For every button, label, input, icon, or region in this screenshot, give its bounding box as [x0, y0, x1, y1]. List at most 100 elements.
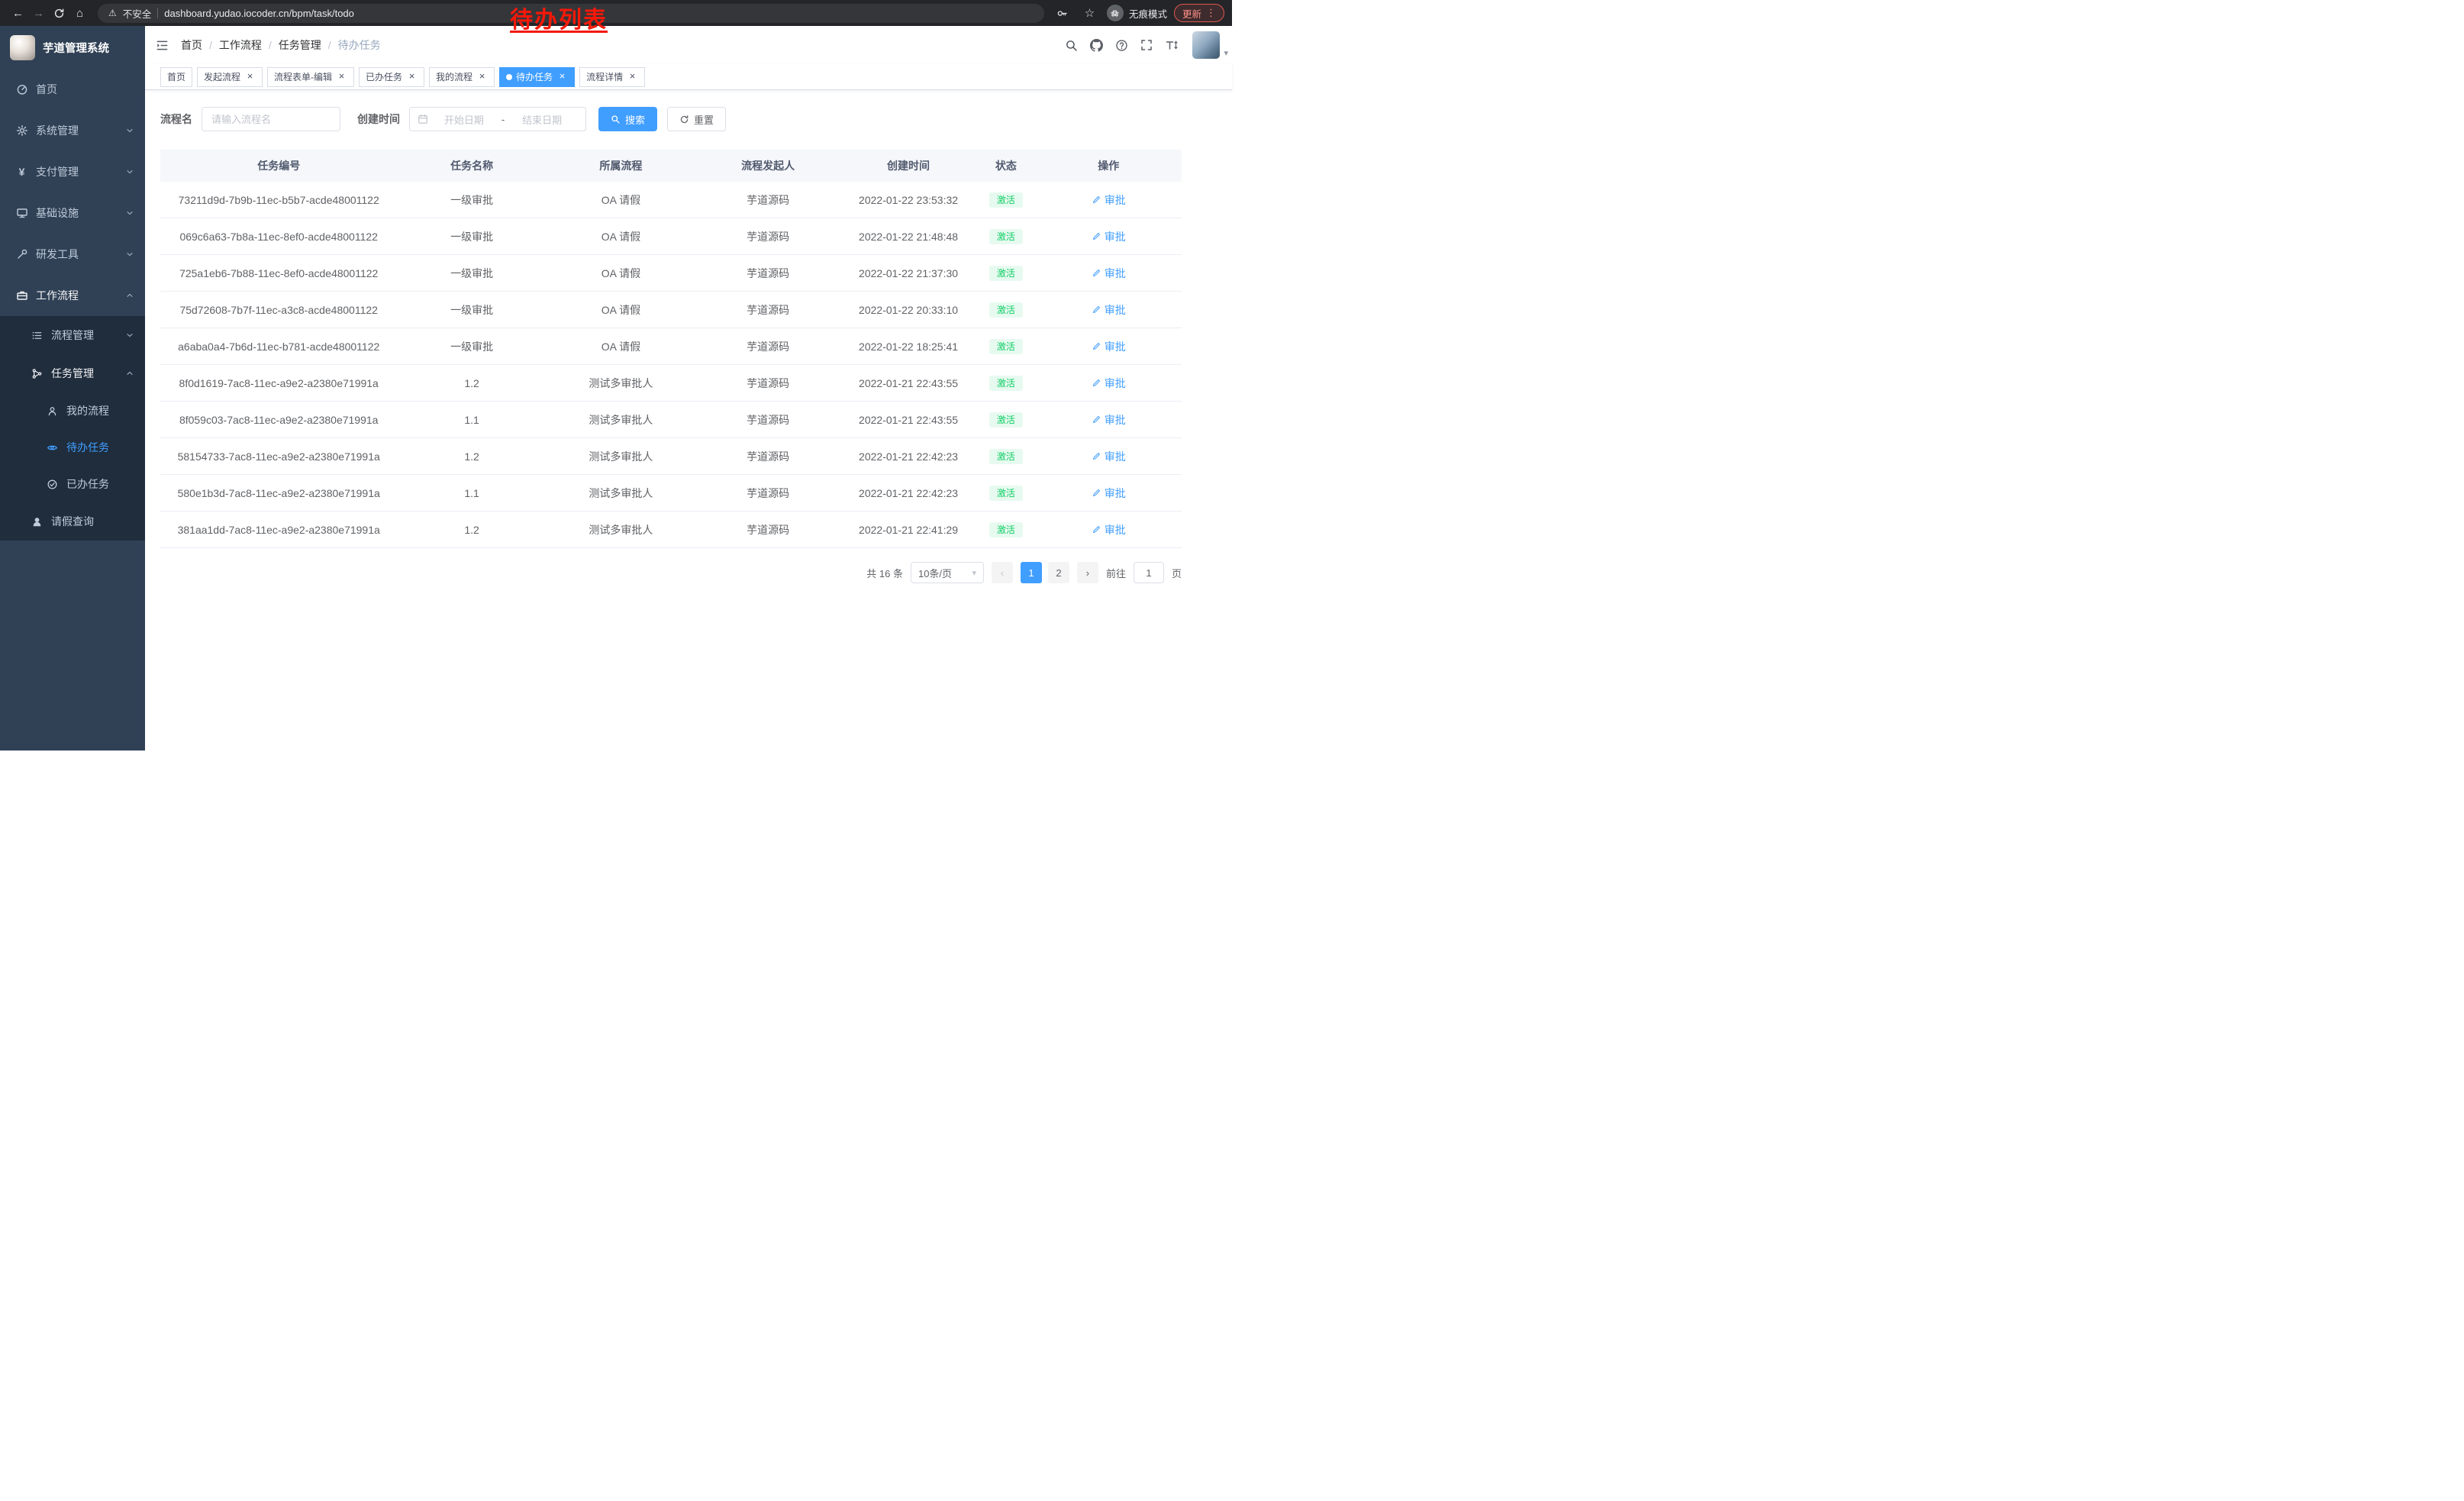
- tab-close-icon[interactable]: ×: [336, 71, 347, 82]
- approve-link-label: 审批: [1105, 412, 1126, 428]
- tab-item[interactable]: 流程表单-编辑×: [267, 67, 354, 87]
- sidebar-item-task-mgmt[interactable]: 任务管理: [0, 354, 145, 392]
- approve-link[interactable]: 审批: [1092, 522, 1126, 537]
- browser-reload-icon[interactable]: [49, 3, 69, 24]
- cell-action: 审批: [1036, 302, 1182, 318]
- table-row: 580e1b3d-7ac8-11ec-a9e2-a2380e71991a1.1测…: [160, 475, 1182, 512]
- security-label[interactable]: 不安全: [123, 6, 152, 21]
- goto-label: 前往: [1106, 566, 1126, 580]
- tab-close-icon[interactable]: ×: [476, 71, 488, 82]
- approve-link[interactable]: 审批: [1092, 192, 1126, 208]
- approve-link[interactable]: 审批: [1092, 339, 1126, 354]
- edit-icon: [1092, 451, 1101, 461]
- cell-create-time: 2022-01-22 21:37:30: [840, 267, 976, 279]
- tab-item[interactable]: 已办任务×: [359, 67, 424, 87]
- approve-link[interactable]: 审批: [1092, 229, 1126, 244]
- cell-task-id: 580e1b3d-7ac8-11ec-a9e2-a2380e71991a: [160, 487, 397, 499]
- browser-forward-icon[interactable]: →: [28, 3, 49, 24]
- tab-close-icon[interactable]: ×: [406, 71, 418, 82]
- tab-close-icon[interactable]: ×: [556, 71, 568, 82]
- tab-label: 首页: [167, 70, 185, 83]
- search-icon[interactable]: [1065, 39, 1078, 52]
- browser-back-icon[interactable]: ←: [8, 3, 28, 24]
- process-name-input[interactable]: [202, 107, 340, 131]
- help-icon[interactable]: [1115, 39, 1128, 52]
- sidebar-item-process-mgmt[interactable]: 流程管理: [0, 316, 145, 354]
- tab-close-icon[interactable]: ×: [627, 71, 638, 82]
- sidebar-item-leave-query[interactable]: 请假查询: [0, 502, 145, 541]
- breadcrumb-home[interactable]: 首页: [181, 37, 202, 53]
- approve-link[interactable]: 审批: [1092, 266, 1126, 281]
- sidebar-collapse-icon[interactable]: [156, 39, 169, 52]
- browser-update-button[interactable]: 更新 ⋮: [1174, 4, 1224, 22]
- edit-icon: [1092, 341, 1101, 351]
- status-badge: 激活: [989, 486, 1023, 501]
- page-size-select[interactable]: 10条/页 ▾: [911, 562, 984, 583]
- breadcrumb-task-mgmt[interactable]: 任务管理: [279, 37, 321, 53]
- approve-link-label: 审批: [1105, 192, 1126, 208]
- approve-link[interactable]: 审批: [1092, 302, 1126, 318]
- sidebar-item-home[interactable]: 首页: [0, 69, 145, 110]
- sidebar-item-dev-tools[interactable]: 研发工具: [0, 234, 145, 275]
- cell-process: OA 请假: [547, 192, 695, 208]
- fullscreen-icon[interactable]: [1140, 39, 1153, 51]
- tab-item[interactable]: 待办任务×: [499, 67, 575, 87]
- cell-initiator: 芋道源码: [695, 192, 840, 208]
- github-icon[interactable]: [1090, 39, 1103, 52]
- next-page-button[interactable]: ›: [1077, 562, 1098, 583]
- tab-label: 发起流程: [204, 70, 240, 83]
- goto-page-input[interactable]: [1134, 562, 1164, 583]
- column-task-name: 任务名称: [397, 158, 546, 173]
- bookmark-star-icon[interactable]: ☆: [1079, 3, 1100, 24]
- cell-initiator: 芋道源码: [695, 229, 840, 244]
- end-date-placeholder: 结束日期: [506, 112, 578, 127]
- gear-icon: [15, 124, 28, 137]
- sidebar-item-my-process[interactable]: 我的流程: [0, 392, 145, 429]
- tab-item[interactable]: 流程详情×: [579, 67, 645, 87]
- sidebar-item-infrastructure[interactable]: 基础设施: [0, 192, 145, 234]
- tab-close-icon[interactable]: ×: [244, 71, 256, 82]
- url-text[interactable]: dashboard.yudao.iocoder.cn/bpm/task/todo: [164, 8, 354, 19]
- browser-home-icon[interactable]: ⌂: [69, 3, 90, 24]
- search-button[interactable]: 搜索: [598, 107, 657, 131]
- tab-item[interactable]: 发起流程 ×: [197, 67, 263, 87]
- chevron-down-icon: [125, 167, 134, 176]
- cell-process: 测试多审批人: [547, 522, 695, 537]
- page-button[interactable]: 1: [1021, 562, 1042, 583]
- app-logo[interactable]: 芋道管理系统: [0, 26, 145, 69]
- breadcrumb-workflow[interactable]: 工作流程: [219, 37, 262, 53]
- app-title: 芋道管理系统: [43, 40, 109, 56]
- page-button[interactable]: 2: [1048, 562, 1069, 583]
- browser-menu-icon[interactable]: ⋮: [1206, 7, 1216, 19]
- sidebar-item-system-mgmt[interactable]: 系统管理: [0, 110, 145, 151]
- urlbar-divider: [157, 8, 158, 18]
- table-row: 73211d9d-7b9b-11ec-b5b7-acde48001122一级审批…: [160, 182, 1182, 218]
- chevron-up-icon: [125, 291, 134, 300]
- process-name-label: 流程名: [160, 111, 192, 127]
- sidebar-item-workflow[interactable]: 工作流程: [0, 275, 145, 316]
- approve-link[interactable]: 审批: [1092, 376, 1126, 391]
- approve-link[interactable]: 审批: [1092, 449, 1126, 464]
- cell-initiator: 芋道源码: [695, 376, 840, 391]
- sidebar-item-payment-mgmt[interactable]: ¥ 支付管理: [0, 151, 145, 192]
- approve-link-label: 审批: [1105, 376, 1126, 391]
- reset-button[interactable]: 重置: [667, 107, 726, 131]
- tab-item[interactable]: 我的流程×: [429, 67, 495, 87]
- approve-link[interactable]: 审批: [1092, 412, 1126, 428]
- incognito-profile-chip[interactable]: 无痕模式: [1107, 5, 1167, 21]
- date-range-separator: -: [500, 114, 506, 125]
- cell-initiator: 芋道源码: [695, 339, 840, 354]
- prev-page-button[interactable]: ‹: [992, 562, 1013, 583]
- user-avatar[interactable]: ▾: [1192, 31, 1220, 59]
- tab-item[interactable]: 首页: [160, 67, 192, 87]
- password-key-icon[interactable]: [1052, 3, 1072, 24]
- date-range-picker[interactable]: 开始日期 - 结束日期: [409, 107, 586, 131]
- pager-pages: 12: [1021, 562, 1069, 583]
- sidebar-item-todo-tasks[interactable]: 待办任务: [0, 429, 145, 466]
- avatar-image: [1192, 31, 1220, 59]
- approve-link[interactable]: 审批: [1092, 486, 1126, 501]
- address-bar[interactable]: ⚠ 不安全 dashboard.yudao.iocoder.cn/bpm/tas…: [98, 4, 1044, 23]
- sidebar-item-done-tasks[interactable]: 已办任务: [0, 466, 145, 502]
- sidebar-item-label: 已办任务: [66, 476, 134, 492]
- font-size-icon[interactable]: [1165, 39, 1179, 51]
